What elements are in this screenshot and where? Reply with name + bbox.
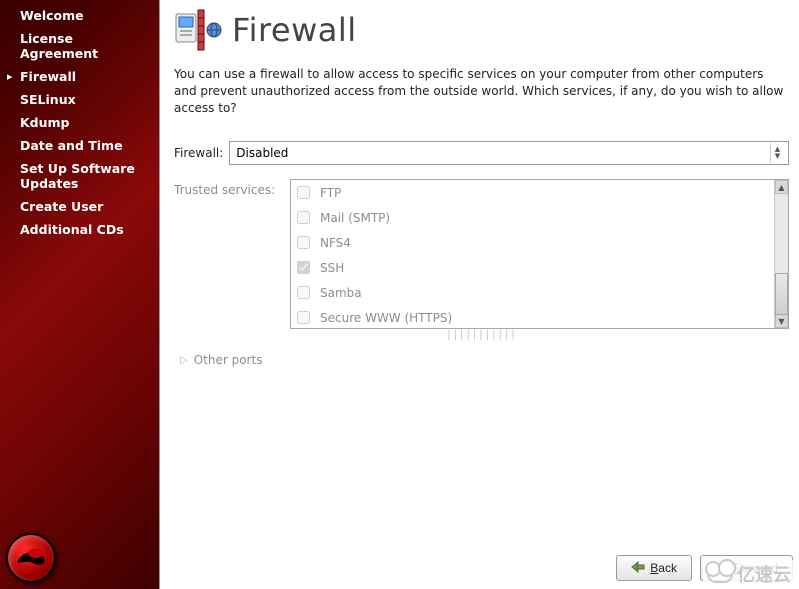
arrow-left-icon [631,561,645,576]
sidebar-item-create-user[interactable]: Create User [0,195,159,218]
trusted-services-row: Trusted services: FTP Mail (SMTP) NFS4 S… [174,179,789,329]
other-ports-expander[interactable]: ▷ Other ports [174,353,789,367]
sidebar-item-datetime[interactable]: Date and Time [0,134,159,157]
service-label: Mail (SMTP) [320,211,390,225]
service-label: Samba [320,286,362,300]
other-ports-label: Other ports [194,353,263,367]
cloud-icon [707,565,733,583]
service-item-ssh[interactable]: SSH [291,255,774,280]
scroll-down-icon[interactable]: ▼ [775,314,788,328]
service-checkbox-https[interactable] [297,311,310,324]
service-label: Secure WWW (HTTPS) [320,311,452,325]
scroll-thumb[interactable] [775,273,788,315]
watermark-text: 亿速云 [737,561,791,587]
combobox-spinner-icon[interactable]: ▲▼ [770,143,784,163]
watermark: 亿速云 [703,559,795,589]
sidebar: Welcome License Agreement Firewall SELin… [0,0,159,589]
firewall-select-row: Firewall: Disabled ▲▼ [174,141,789,165]
trusted-services-label: Trusted services: [174,179,282,197]
service-checkbox-ssh[interactable] [297,261,310,274]
resize-grip-icon[interactable]: │││││││││││ [174,331,789,341]
service-item-https[interactable]: Secure WWW (HTTPS) [291,305,774,328]
firewall-label: Firewall: [174,146,223,160]
service-checkbox-ftp[interactable] [297,186,310,199]
service-item-nfs4[interactable]: NFS4 [291,230,774,255]
scroll-up-icon[interactable]: ▲ [775,180,788,194]
firewall-combobox-value: Disabled [236,146,288,160]
chevron-right-icon: ▷ [180,355,188,366]
page-title: Firewall [232,11,357,49]
sidebar-item-software-updates[interactable]: Set Up Software Updates [0,157,159,195]
sidebar-item-firewall[interactable]: Firewall [0,65,159,88]
main-panel: Firewall You can use a firewall to allow… [159,0,799,589]
redhat-logo-icon [6,533,56,583]
service-label: NFS4 [320,236,351,250]
scrollbar[interactable]: ▲ ▼ [774,180,788,328]
sidebar-item-welcome[interactable]: Welcome [0,4,159,27]
page-header: Firewall [174,8,789,52]
service-item-mail[interactable]: Mail (SMTP) [291,205,774,230]
service-checkbox-nfs4[interactable] [297,236,310,249]
firewall-icon [174,8,222,52]
description-text: You can use a firewall to allow access t… [174,66,789,117]
back-button[interactable]: Back [616,555,692,581]
scroll-track[interactable] [775,194,788,314]
service-checkbox-samba[interactable] [297,286,310,299]
service-label: FTP [320,186,341,200]
sidebar-item-kdump[interactable]: Kdump [0,111,159,134]
trusted-services-list: FTP Mail (SMTP) NFS4 SSH Samba [290,179,789,329]
sidebar-item-additional-cds[interactable]: Additional CDs [0,218,159,241]
sidebar-item-license[interactable]: License Agreement [0,27,159,65]
service-checkbox-mail[interactable] [297,211,310,224]
sidebar-item-selinux[interactable]: SELinux [0,88,159,111]
service-item-ftp[interactable]: FTP [291,180,774,205]
firewall-combobox[interactable]: Disabled ▲▼ [229,141,789,165]
service-item-samba[interactable]: Samba [291,280,774,305]
service-label: SSH [320,261,344,275]
